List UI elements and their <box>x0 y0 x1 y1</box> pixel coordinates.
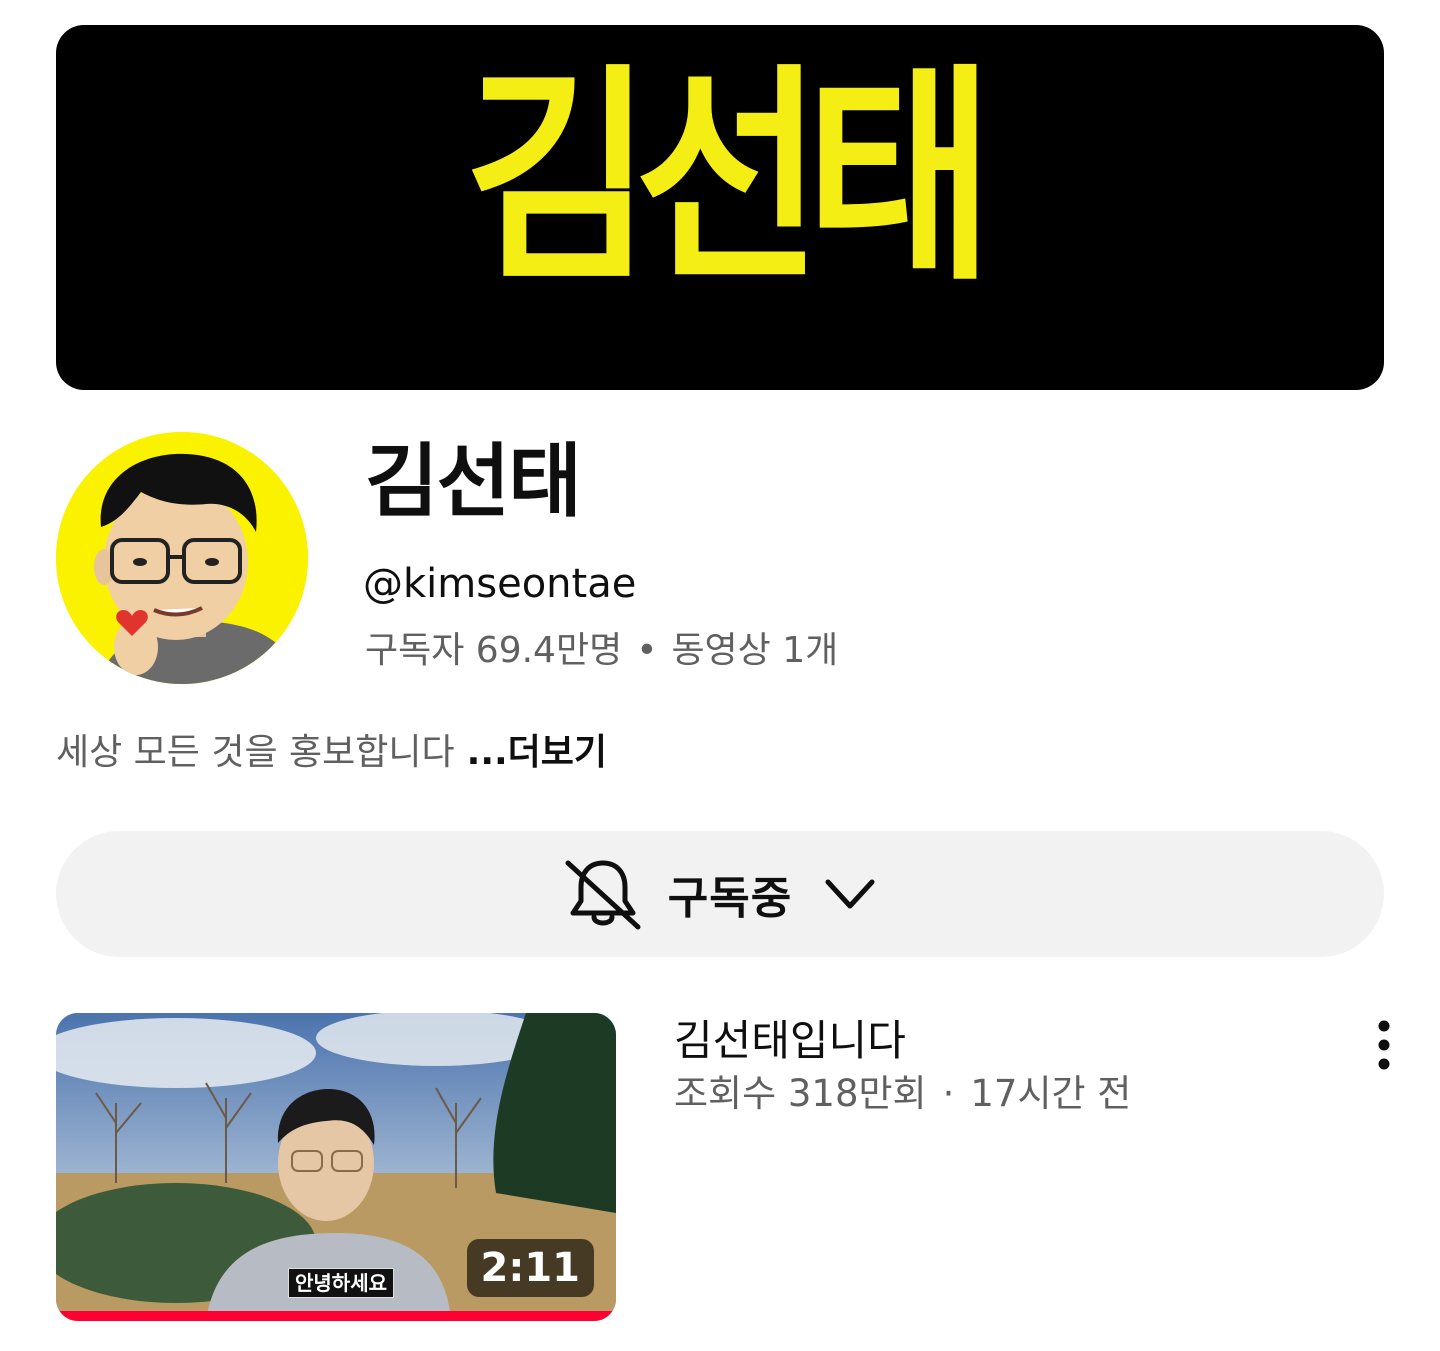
channel-handle: @kimseontae <box>363 561 637 607</box>
more-link[interactable]: ...더보기 <box>467 732 607 773</box>
channel-stats: 구독자 69.4만명 • 동영상 1개 <box>365 628 838 675</box>
stats-separator: • <box>636 630 658 671</box>
channel-name: 김선태 <box>365 435 582 528</box>
more-vertical-icon[interactable] <box>1366 1018 1402 1074</box>
bell-off-icon <box>565 860 641 930</box>
channel-banner: 김선태 <box>56 25 1384 390</box>
video-thumbnail[interactable]: 안녕하세요 2:11 <box>56 1013 616 1321</box>
channel-description[interactable]: 세상 모든 것을 홍보합니다 ...더보기 <box>56 728 607 778</box>
video-meta: 조회수 318만회 · 17시간 전 <box>674 1070 1131 1118</box>
banner-logo: 김선태 <box>464 45 994 313</box>
view-count: 조회수 318만회 <box>674 1072 927 1115</box>
watch-progress-bar <box>56 1311 616 1321</box>
subscriber-count: 구독자 69.4만명 <box>365 630 623 671</box>
subscribed-label: 구독중 <box>667 873 793 924</box>
video-title[interactable]: 김선태입니다 <box>674 1014 906 1069</box>
cartoon-portrait-avatar <box>56 432 308 684</box>
upload-age: 17시간 전 <box>970 1072 1132 1115</box>
video-duration: 2:11 <box>466 1239 594 1297</box>
thumbnail-caption: 안녕하세요 <box>288 1268 394 1298</box>
subscribed-button[interactable]: 구독중 <box>56 831 1384 957</box>
meta-separator: · <box>942 1072 955 1115</box>
video-count: 동영상 1개 <box>671 630 839 671</box>
channel-avatar[interactable] <box>56 432 308 684</box>
description-text: 세상 모든 것을 홍보합니다 <box>56 732 455 773</box>
chevron-down-icon <box>825 879 875 909</box>
